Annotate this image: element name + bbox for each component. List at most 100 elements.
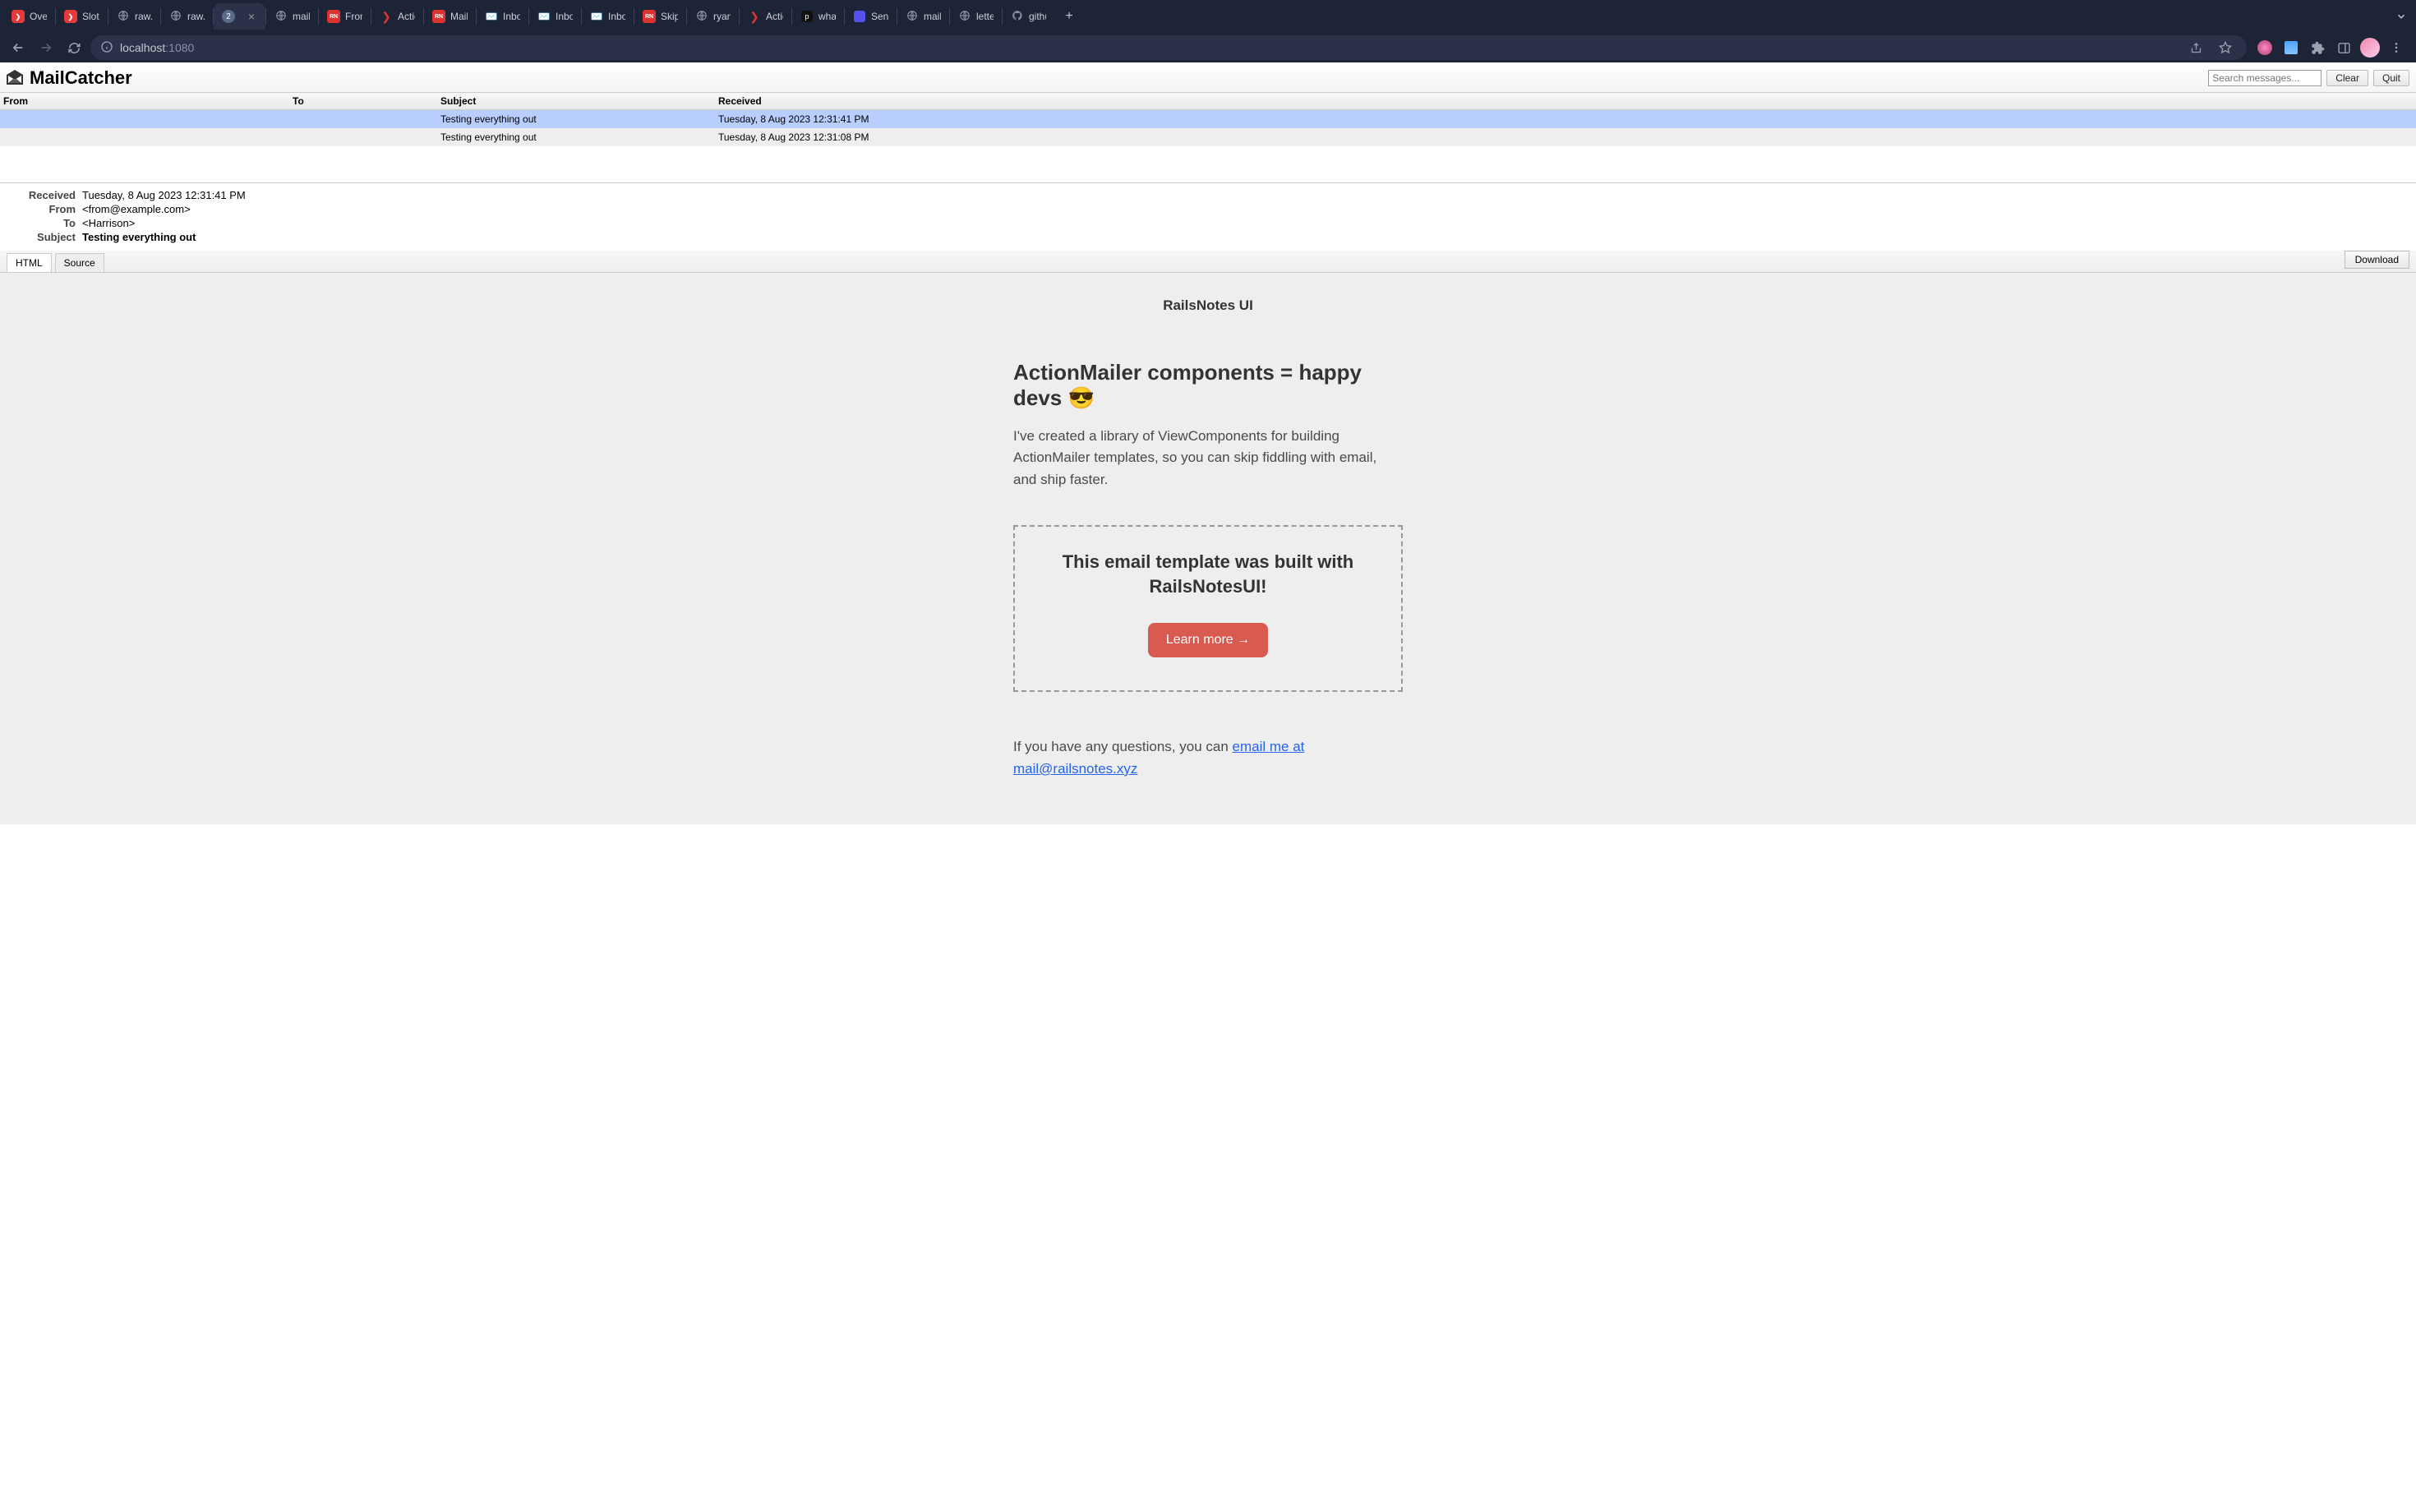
tab-favicon-icon [274, 10, 288, 23]
email-heading: ActionMailer components = happy devs 😎 [1013, 360, 1403, 411]
cell-to [289, 130, 437, 145]
url-bar-row: localhost:1080 [0, 33, 2416, 62]
column-header-received[interactable]: Received [715, 93, 2416, 109]
message-row[interactable]: Testing everything outTuesday, 8 Aug 202… [0, 128, 2416, 146]
browser-tab[interactable]: ✉️ Inbo [529, 3, 581, 30]
email-box-heading: This email template was built with Rails… [1048, 550, 1368, 598]
extension-icons [2252, 38, 2409, 58]
tab-favicon-icon: ✉️ [485, 10, 498, 23]
nav-forward-button[interactable] [35, 36, 58, 59]
tab-title: Actio [766, 11, 783, 22]
tab-favicon-icon [1011, 10, 1024, 23]
side-panel-icon[interactable] [2334, 38, 2354, 58]
cell-received: Tuesday, 8 Aug 2023 12:31:08 PM [715, 130, 2416, 145]
browser-tab[interactable]: raw.g [161, 3, 213, 30]
clear-button[interactable]: Clear [2326, 70, 2368, 86]
app-title: MailCatcher [30, 67, 132, 89]
browser-tab[interactable]: githu [1003, 3, 1054, 30]
browser-tab[interactable]: ❯Actio [371, 3, 423, 30]
nav-reload-button[interactable] [62, 36, 85, 59]
extension-icon-1[interactable] [2255, 38, 2275, 58]
tab-title: raw.g [135, 11, 152, 22]
app-header: MailCatcher Clear Quit [0, 62, 2416, 93]
message-list: Testing everything outTuesday, 8 Aug 202… [0, 110, 2416, 182]
detail-value-subject: Testing everything out [82, 231, 196, 243]
message-row[interactable]: Testing everything outTuesday, 8 Aug 202… [0, 110, 2416, 128]
browser-tab[interactable]: RN Skip [634, 3, 686, 30]
extension-icon-2[interactable] [2281, 38, 2301, 58]
browser-tab[interactable]: raw.g [108, 3, 160, 30]
tab-favicon-icon: RN [327, 10, 340, 23]
tab-favicon-icon: ✉️ [537, 10, 551, 23]
column-header-from[interactable]: From [0, 93, 289, 109]
browser-tab[interactable]: ❯Over [3, 3, 55, 30]
tab-html[interactable]: HTML [7, 253, 52, 272]
browser-tab[interactable]: RN From [319, 3, 371, 30]
browser-tab[interactable]: ✉️ Inbo [477, 3, 528, 30]
browser-tab[interactable]: ryanh [687, 3, 739, 30]
email-footer-text: If you have any questions, you can [1013, 739, 1233, 754]
learn-more-button[interactable]: Learn more → [1148, 623, 1268, 657]
browser-tab[interactable]: Send [845, 3, 897, 30]
tab-close-icon[interactable]: × [246, 11, 257, 22]
email-footer: If you have any questions, you can email… [1013, 736, 1403, 780]
quit-button[interactable]: Quit [2373, 70, 2409, 86]
browser-tab[interactable]: pwhat [792, 3, 844, 30]
email-preview: RailsNotes UI ActionMailer components = … [0, 273, 2416, 824]
tab-title: From [345, 11, 362, 22]
tabs-dropdown-icon[interactable] [2390, 5, 2413, 28]
tab-favicon-icon: ✉️ [590, 10, 603, 23]
tab-strip: ❯Over❯Slotsraw.graw.g2M×mailhRNFrom❯Acti… [0, 0, 2416, 33]
tab-favicon-icon [117, 10, 130, 23]
detail-label-to: To [7, 217, 82, 229]
url-text: localhost:1080 [120, 41, 2178, 54]
tab-title: mailg [924, 11, 941, 22]
browser-tab[interactable]: mailh [266, 3, 318, 30]
tab-title: Inbo [503, 11, 520, 22]
tab-title: M [240, 11, 241, 22]
detail-value-from: <from@example.com> [82, 203, 191, 215]
tab-favicon-icon: ❯ [380, 10, 393, 23]
cell-subject: Testing everything out [437, 130, 715, 145]
column-header-to[interactable]: To [289, 93, 437, 109]
detail-value-received: Tuesday, 8 Aug 2023 12:31:41 PM [82, 189, 246, 201]
new-tab-button[interactable]: + [1058, 5, 1081, 28]
bookmark-star-icon[interactable] [2214, 36, 2237, 59]
chrome-menu-icon[interactable] [2386, 38, 2406, 58]
extensions-puzzle-icon[interactable] [2308, 38, 2327, 58]
tab-favicon-icon [958, 10, 971, 23]
email-brand: RailsNotes UI [0, 297, 2416, 314]
tab-source[interactable]: Source [55, 253, 104, 272]
tab-title: Inbo [556, 11, 573, 22]
download-button[interactable]: Download [2345, 251, 2409, 269]
column-header-subject[interactable]: Subject [437, 93, 715, 109]
browser-tab[interactable]: RNMaile [424, 3, 476, 30]
browser-tab[interactable]: ❯Slots [56, 3, 108, 30]
tab-favicon-icon: p [800, 10, 814, 23]
tab-favicon-icon: RN [432, 10, 445, 23]
share-icon[interactable] [2184, 36, 2207, 59]
cell-subject: Testing everything out [437, 112, 715, 127]
browser-tab[interactable]: ❯ Actio [740, 3, 791, 30]
browser-tab[interactable]: mailg [897, 3, 949, 30]
detail-label-received: Received [7, 189, 82, 201]
browser-tab[interactable]: 2M× [214, 3, 265, 30]
message-detail-header: Received Tuesday, 8 Aug 2023 12:31:41 PM… [0, 182, 2416, 247]
url-bar[interactable]: localhost:1080 [90, 35, 2247, 60]
site-info-icon[interactable] [100, 40, 113, 56]
cell-received: Tuesday, 8 Aug 2023 12:31:41 PM [715, 112, 2416, 127]
tab-title: Inbo [608, 11, 625, 22]
mailcatcher-logo-icon [5, 68, 25, 88]
tab-favicon-icon: RN [643, 10, 656, 23]
tab-title: Skip [661, 11, 678, 22]
search-input[interactable] [2208, 70, 2321, 86]
profile-avatar[interactable] [2360, 38, 2380, 58]
nav-back-button[interactable] [7, 36, 30, 59]
browser-tab[interactable]: ✉️ Inbo [582, 3, 634, 30]
tab-title: Over [30, 11, 47, 22]
tab-favicon-icon: ❯ [748, 10, 761, 23]
browser-tab[interactable]: lette [950, 3, 1002, 30]
tab-title: raw.g [187, 11, 205, 22]
detail-label-subject: Subject [7, 231, 82, 243]
tab-favicon-icon [853, 10, 866, 23]
